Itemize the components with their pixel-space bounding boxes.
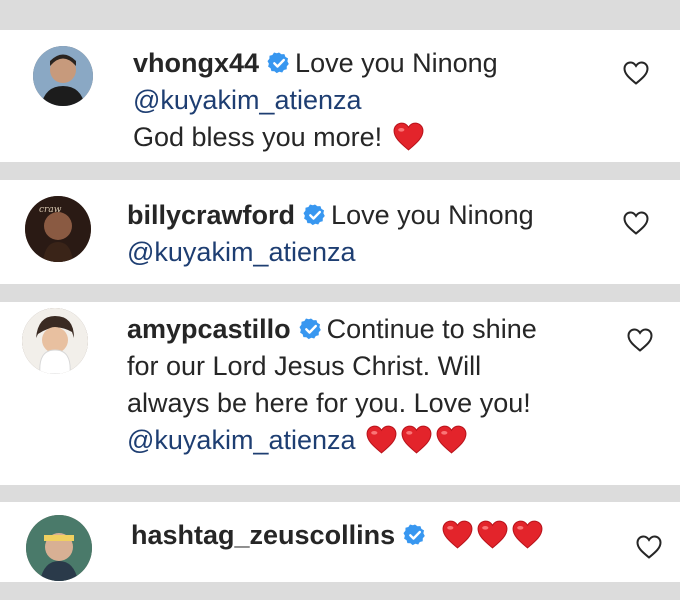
avatar[interactable] xyxy=(26,515,92,581)
comment-item: vhongx44 Love you Ninong @kuyakim_atienza… xyxy=(0,30,680,162)
heart-outline-icon[interactable] xyxy=(626,327,654,353)
avatar-photo xyxy=(22,308,88,374)
mention-link[interactable]: @kuyakim_atienza xyxy=(133,85,362,115)
comment-body: hashtag_zeuscollins xyxy=(131,517,611,554)
red-heart-emoji xyxy=(476,519,509,550)
avatar[interactable] xyxy=(22,308,88,374)
comment-text: God bless you more! xyxy=(133,122,383,152)
red-heart-emoji xyxy=(441,519,474,550)
comment-body: vhongx44 Love you Ninong @kuyakim_atienza… xyxy=(133,45,603,156)
verified-badge-icon xyxy=(403,523,427,547)
comment-body: amypcastillo Continue to shine for our Lo… xyxy=(127,311,627,459)
comment-item: craw billycrawford Love you Ninong @kuyak… xyxy=(0,180,680,284)
heart-outline-icon[interactable] xyxy=(622,60,650,86)
red-heart-emoji xyxy=(511,519,544,550)
avatar-photo xyxy=(33,46,93,106)
avatar-photo xyxy=(26,515,92,581)
comment-item: amypcastillo Continue to shine for our Lo… xyxy=(0,302,680,485)
mention-link[interactable]: @kuyakim_atienza xyxy=(127,237,356,267)
username[interactable]: hashtag_zeuscollins xyxy=(131,520,395,550)
verified-badge-icon xyxy=(267,51,291,75)
username[interactable]: vhongx44 xyxy=(133,48,259,78)
comment-body: billycrawford Love you Ninong @kuyakim_at… xyxy=(127,197,607,271)
red-heart-emoji xyxy=(435,424,468,455)
svg-text:craw: craw xyxy=(39,205,62,215)
username[interactable]: amypcastillo xyxy=(127,314,291,344)
heart-outline-icon[interactable] xyxy=(622,210,650,236)
comment-text: Love you Ninong xyxy=(295,48,498,78)
mention-link[interactable]: @kuyakim_atienza xyxy=(127,425,356,455)
comment-text: for our Lord Jesus Christ. Will xyxy=(127,351,482,381)
verified-badge-icon xyxy=(303,203,327,227)
comment-text: Continue to shine xyxy=(326,314,537,344)
avatar-photo: craw xyxy=(25,196,91,262)
comment-text: Love you Ninong xyxy=(331,200,534,230)
avatar[interactable] xyxy=(33,46,93,106)
comment-item: hashtag_zeuscollins xyxy=(0,502,680,582)
comment-text: always be here for you. Love you! xyxy=(127,388,531,418)
red-heart-emoji xyxy=(365,424,398,455)
red-heart-emoji xyxy=(400,424,433,455)
username[interactable]: billycrawford xyxy=(127,200,295,230)
verified-badge-icon xyxy=(299,317,323,341)
avatar[interactable]: craw xyxy=(25,196,91,262)
heart-outline-icon[interactable] xyxy=(635,534,663,560)
red-heart-emoji xyxy=(392,121,425,152)
